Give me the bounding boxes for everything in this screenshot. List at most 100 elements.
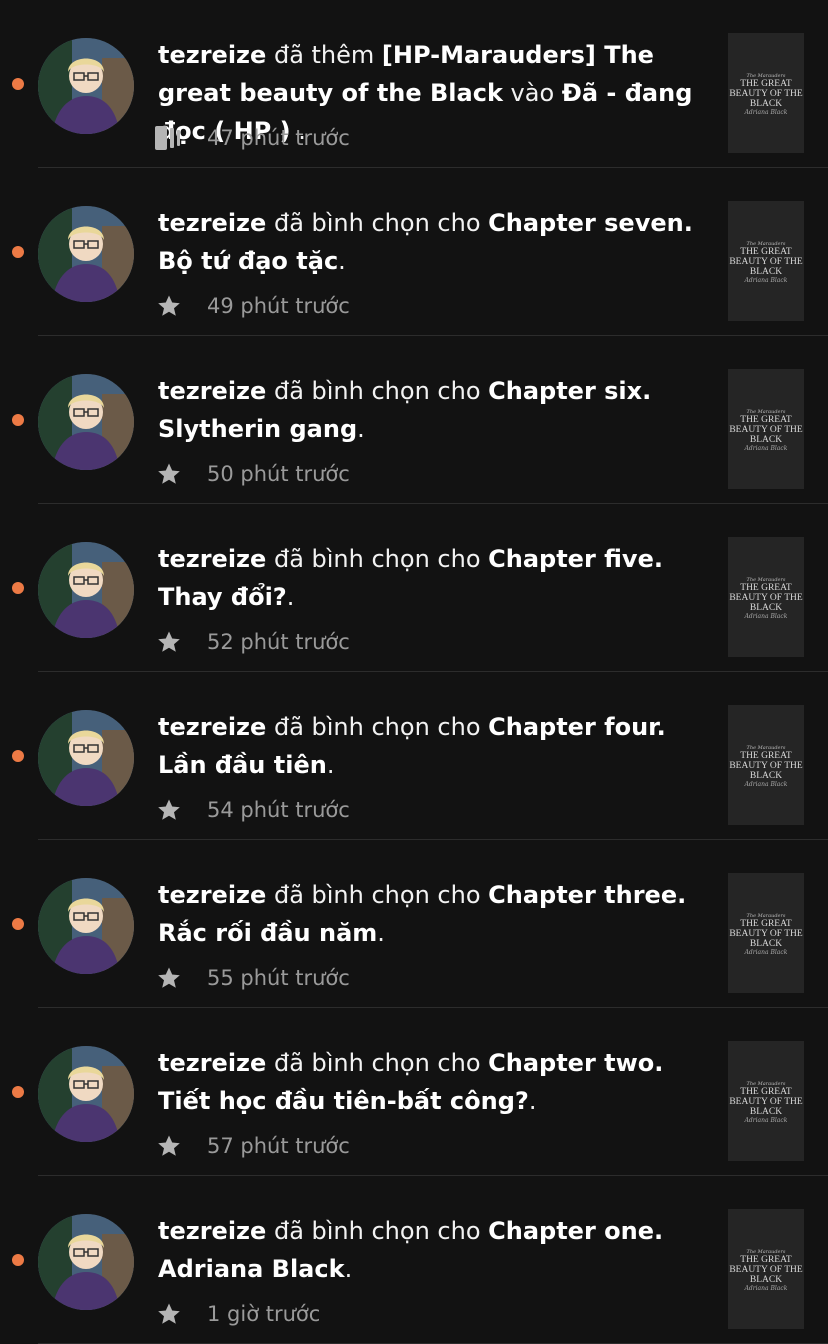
avatar[interactable] <box>38 878 134 974</box>
avatar-image <box>38 374 134 470</box>
story-cover-thumbnail[interactable]: The Marauders THE GREAT BEAUTY OF THE BL… <box>728 873 804 993</box>
sentence-end: . <box>338 247 346 275</box>
avatar[interactable] <box>38 1046 134 1142</box>
feed-item[interactable]: tezreize đã bình chọn cho Chapter seven.… <box>0 168 828 336</box>
activity-connector: vào <box>502 79 562 107</box>
activity-verb: đã bình chọn cho <box>273 1049 489 1077</box>
username-link[interactable]: tezreize <box>158 41 266 69</box>
activity-verb: đã thêm <box>273 41 382 69</box>
cover-author-signature: Adriana Black <box>744 109 788 116</box>
sentence-end: . <box>528 1087 537 1115</box>
feed-item[interactable]: tezreize đã bình chọn cho Chapter two. T… <box>0 1008 828 1176</box>
avatar-image <box>38 710 134 806</box>
activity-meta: 55 phút trước <box>155 962 350 994</box>
activity-text: tezreize đã bình chọn cho Chapter one. A… <box>158 1212 706 1288</box>
avatar-image <box>38 542 134 638</box>
unread-dot <box>12 1086 24 1098</box>
unread-dot <box>12 246 24 258</box>
activity-text: tezreize đã bình chọn cho Chapter three.… <box>158 876 706 952</box>
username-link[interactable]: tezreize <box>158 377 266 405</box>
story-cover-thumbnail[interactable]: The Marauders THE GREAT BEAUTY OF THE BL… <box>728 1041 804 1161</box>
avatar[interactable] <box>38 374 134 470</box>
sentence-end: . <box>286 583 295 611</box>
avatar[interactable] <box>38 542 134 638</box>
timestamp: 49 phút trước <box>207 294 350 318</box>
activity-text: tezreize đã bình chọn cho Chapter seven.… <box>158 204 706 280</box>
avatar[interactable] <box>38 710 134 806</box>
story-cover-thumbnail[interactable]: The Marauders THE GREAT BEAUTY OF THE BL… <box>728 1209 804 1329</box>
unread-dot <box>12 1254 24 1266</box>
feed-item[interactable]: tezreize đã bình chọn cho Chapter four. … <box>0 672 828 840</box>
cover-title: THE GREAT BEAUTY OF THE BLACK <box>729 79 803 109</box>
feed-item[interactable]: tezreize đã thêm [HP-Marauders] The grea… <box>0 0 828 168</box>
activity-verb: đã bình chọn cho <box>273 1217 489 1245</box>
sentence-end: . <box>326 751 335 779</box>
sentence-end: . <box>344 1255 353 1283</box>
star-icon <box>155 1300 183 1328</box>
cover-title: THE GREAT BEAUTY OF THE BLACK <box>729 919 803 949</box>
story-cover-thumbnail[interactable]: The Marauders THE GREAT BEAUTY OF THE BL… <box>728 369 804 489</box>
username-link[interactable]: tezreize <box>158 1049 266 1077</box>
activity-text: tezreize đã bình chọn cho Chapter four. … <box>158 708 706 784</box>
unread-dot <box>12 414 24 426</box>
activity-meta: 54 phút trước <box>155 794 350 826</box>
activity-feed: tezreize đã thêm [HP-Marauders] The grea… <box>0 0 828 1344</box>
cover-title: THE GREAT BEAUTY OF THE BLACK <box>729 751 803 781</box>
username-link[interactable]: tezreize <box>158 209 266 237</box>
timestamp: 52 phút trước <box>207 630 350 654</box>
activity-verb: đã bình chọn cho <box>273 713 489 741</box>
username-link[interactable]: tezreize <box>158 545 266 573</box>
cover-author-signature: Adriana Black <box>744 949 788 956</box>
cover-author-signature: Adriana Black <box>744 1285 788 1292</box>
feed-item[interactable]: tezreize đã bình chọn cho Chapter three.… <box>0 840 828 1008</box>
activity-meta: 57 phút trước <box>155 1130 350 1162</box>
activity-meta: 47 phút trước <box>155 122 350 154</box>
unread-dot <box>12 78 24 90</box>
feed-item[interactable]: tezreize đã bình chọn cho Chapter five. … <box>0 504 828 672</box>
cover-author-signature: Adriana Black <box>744 445 788 452</box>
activity-text: tezreize đã bình chọn cho Chapter six. S… <box>158 372 706 448</box>
sentence-end: . <box>357 415 365 443</box>
sentence-end: . <box>377 919 385 947</box>
feed-item[interactable]: tezreize đã bình chọn cho Chapter one. A… <box>0 1176 828 1344</box>
star-icon <box>155 628 183 656</box>
cover-author-signature: Adriana Black <box>744 1117 788 1124</box>
avatar[interactable] <box>38 1214 134 1310</box>
avatar[interactable] <box>38 38 134 134</box>
unread-dot <box>12 750 24 762</box>
timestamp: 54 phút trước <box>207 798 350 822</box>
unread-dot <box>12 582 24 594</box>
story-cover-thumbnail[interactable]: The Marauders THE GREAT BEAUTY OF THE BL… <box>728 201 804 321</box>
activity-verb: đã bình chọn cho <box>273 545 489 573</box>
timestamp: 50 phút trước <box>207 462 350 486</box>
cover-author-signature: Adriana Black <box>744 613 788 620</box>
story-cover-thumbnail[interactable]: The Marauders THE GREAT BEAUTY OF THE BL… <box>728 705 804 825</box>
activity-verb: đã bình chọn cho <box>273 377 489 405</box>
timestamp: 1 giờ trước <box>207 1302 321 1326</box>
cover-title: THE GREAT BEAUTY OF THE BLACK <box>729 415 803 445</box>
avatar-image <box>38 878 134 974</box>
cover-title: THE GREAT BEAUTY OF THE BLACK <box>729 1255 803 1285</box>
avatar-image <box>38 206 134 302</box>
avatar-image <box>38 38 134 134</box>
feed-item[interactable]: tezreize đã bình chọn cho Chapter six. S… <box>0 336 828 504</box>
activity-verb: đã bình chọn cho <box>273 881 489 909</box>
activity-text: tezreize đã bình chọn cho Chapter two. T… <box>158 1044 706 1120</box>
star-icon <box>155 1132 183 1160</box>
activity-text: tezreize đã bình chọn cho Chapter five. … <box>158 540 706 616</box>
username-link[interactable]: tezreize <box>158 881 266 909</box>
cover-title: THE GREAT BEAUTY OF THE BLACK <box>729 247 803 277</box>
star-icon <box>155 964 183 992</box>
username-link[interactable]: tezreize <box>158 713 266 741</box>
activity-meta: 1 giờ trước <box>155 1298 320 1330</box>
timestamp: 57 phút trước <box>207 1134 350 1158</box>
unread-dot <box>12 918 24 930</box>
timestamp: 55 phút trước <box>207 966 350 990</box>
cover-author-signature: Adriana Black <box>744 277 788 284</box>
timestamp: 47 phút trước <box>207 126 350 150</box>
activity-verb: đã bình chọn cho <box>273 209 489 237</box>
story-cover-thumbnail[interactable]: The Marauders THE GREAT BEAUTY OF THE BL… <box>728 33 804 153</box>
story-cover-thumbnail[interactable]: The Marauders THE GREAT BEAUTY OF THE BL… <box>728 537 804 657</box>
avatar[interactable] <box>38 206 134 302</box>
username-link[interactable]: tezreize <box>158 1217 266 1245</box>
